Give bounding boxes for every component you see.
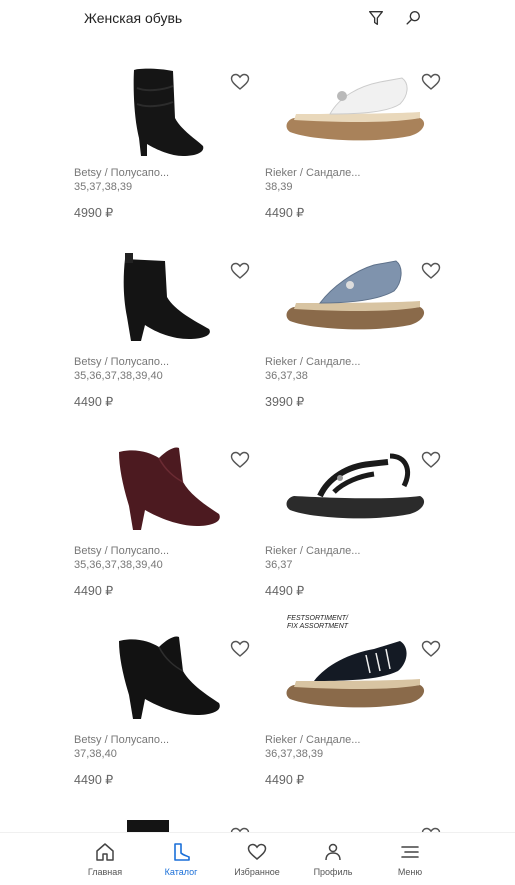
product-card[interactable]: [265, 796, 455, 832]
nav-menu[interactable]: Меню: [375, 841, 445, 877]
product-sizes: 36,37,38,39: [265, 748, 324, 760]
product-price: 4490 ₽: [265, 206, 305, 220]
nav-catalog[interactable]: Каталог: [146, 841, 216, 877]
product-price: 4490 ₽: [265, 584, 305, 598]
nav-catalog-label: Каталог: [164, 867, 198, 877]
nav-home-label: Главная: [87, 867, 123, 877]
product-card[interactable]: Betsy / Полусапо... 35,36,37,38,39,40 44…: [74, 229, 264, 414]
product-brand: Betsy / Полусапо...: [74, 734, 170, 746]
nav-profile[interactable]: Профиль: [298, 841, 368, 877]
filter-icon[interactable]: [366, 8, 386, 28]
product-sizes: 35,36,37,38,39,40: [74, 370, 163, 382]
home-icon: [96, 843, 114, 861]
product-brand: Betsy / Полусапо...: [74, 545, 170, 557]
product-brand: Betsy / Полусапо...: [74, 167, 170, 179]
heart-icon[interactable]: [421, 261, 441, 281]
product-sizes: 36,37,38: [265, 370, 308, 382]
assortment-badge: FESTSORTIMENT/ FIX ASSORTMENT: [287, 615, 349, 630]
product-price: 4490 ₽: [265, 773, 305, 787]
heart-icon[interactable]: [230, 450, 250, 470]
heart-icon[interactable]: [230, 639, 250, 659]
product-image-partial[interactable]: [74, 796, 254, 832]
heart-icon[interactable]: [230, 72, 250, 92]
product-brand: Rieker / Сандале...: [265, 545, 361, 557]
product-card[interactable]: [74, 796, 264, 832]
product-card[interactable]: Betsy / Полусапо... 35,36,37,38,39,40 44…: [74, 418, 264, 603]
product-price: 4990 ₽: [74, 206, 114, 220]
search-icon[interactable]: [403, 8, 423, 28]
app-header: Женская обувь: [0, 0, 515, 38]
product-image-black-ankle-boot[interactable]: [74, 229, 254, 355]
product-image-tall-slouch-boot[interactable]: [74, 40, 254, 166]
nav-home[interactable]: Главная: [70, 841, 140, 877]
heart-icon[interactable]: [421, 72, 441, 92]
product-sizes: 35,36,37,38,39,40: [74, 559, 163, 571]
product-price: 4490 ₽: [74, 773, 114, 787]
heart-icon[interactable]: [421, 450, 441, 470]
product-image-burgundy-ankle-boot[interactable]: [74, 418, 254, 544]
nav-menu-label: Меню: [397, 867, 423, 877]
product-sizes: 38,39: [265, 181, 293, 193]
product-price: 4490 ₽: [74, 584, 114, 598]
bottom-navigation: Главная Каталог Избранное Профиль Меню: [0, 832, 515, 885]
nav-profile-label: Профиль: [313, 867, 353, 877]
product-sizes: 35,37,38,39: [74, 181, 133, 193]
product-sizes: 36,37: [265, 559, 293, 571]
user-icon: [325, 843, 341, 861]
product-price: 3990 ₽: [265, 395, 305, 409]
boot-icon: [174, 843, 190, 861]
product-card[interactable]: Betsy / Полусапо... 37,38,40 4490 ₽: [74, 607, 264, 792]
heart-icon: [247, 843, 267, 860]
product-sizes: 37,38,40: [74, 748, 117, 760]
product-card[interactable]: FESTSORTIMENT/ FIX ASSORTMENT Rieker / С…: [265, 607, 455, 792]
nav-favorites[interactable]: Избранное: [222, 841, 292, 877]
nav-favorites-label: Избранное: [234, 867, 280, 877]
product-card[interactable]: Betsy / Полусапо... 35,37,38,39 4990 ₽: [74, 40, 264, 225]
product-card[interactable]: Rieker / Сандале... 38,39 4490 ₽: [265, 40, 455, 225]
menu-icon: [401, 846, 419, 858]
product-brand: Rieker / Сандале...: [265, 356, 361, 368]
product-card[interactable]: Rieker / Сандале... 36,37,38 3990 ₽: [265, 229, 455, 414]
product-image-black-ankle-boot-2[interactable]: [74, 607, 254, 733]
product-brand: Rieker / Сандале...: [265, 734, 361, 746]
product-image-blue-sandal[interactable]: [265, 229, 445, 355]
product-image-white-sandal[interactable]: [265, 40, 445, 166]
product-brand: Betsy / Полусапо...: [74, 356, 170, 368]
product-card[interactable]: Rieker / Сандале... 36,37 4490 ₽: [265, 418, 455, 603]
heart-icon[interactable]: [230, 261, 250, 281]
product-brand: Rieker / Сандале...: [265, 167, 361, 179]
heart-icon[interactable]: [421, 639, 441, 659]
page-title: Женская обувь: [84, 10, 183, 26]
product-price: 4490 ₽: [74, 395, 114, 409]
product-image-black-strap-sandal[interactable]: [265, 418, 445, 544]
